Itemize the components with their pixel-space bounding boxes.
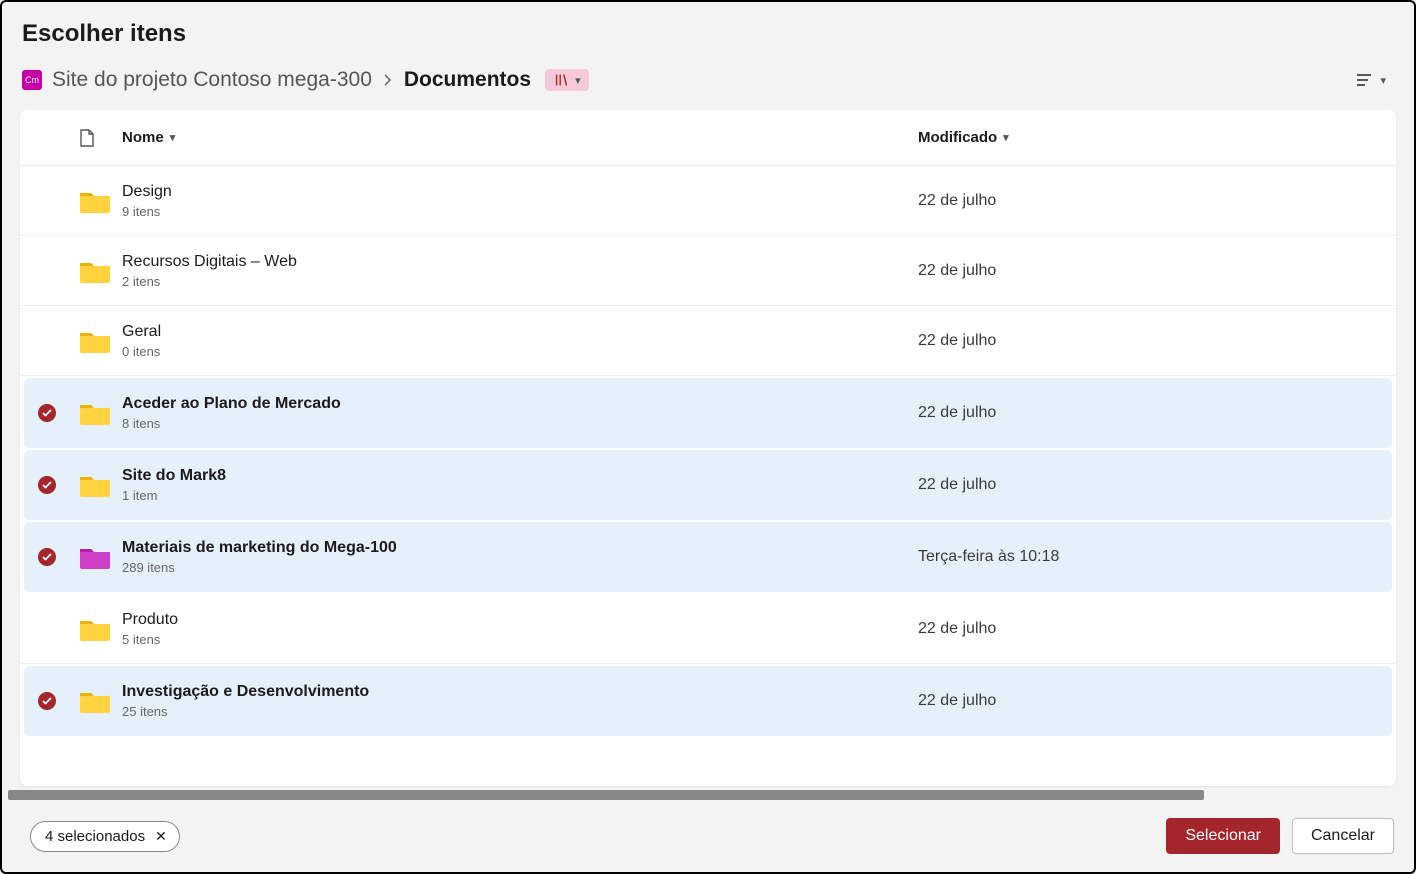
breadcrumb-current[interactable]: Documentos <box>404 68 531 92</box>
view-options-button[interactable]: ▾ <box>1346 64 1394 96</box>
chevron-right-icon <box>382 68 394 92</box>
cancel-button[interactable]: Cancelar <box>1292 818 1394 854</box>
row-name-cell: Investigação e Desenvolvimento 25 itens <box>122 683 918 719</box>
list-view-icon <box>1354 70 1374 90</box>
item-subtext: 2 itens <box>122 274 918 289</box>
table-row[interactable]: Materiais de marketing do Mega-100 289 it… <box>24 522 1392 592</box>
dialog-frame: Escolher itens Cm Site do projeto Contos… <box>0 0 1416 874</box>
checkmark-icon <box>38 692 56 710</box>
selection-count-text: 4 selecionados <box>45 828 145 845</box>
breadcrumb-row: Cm Site do projeto Contoso mega-300 Docu… <box>2 54 1414 110</box>
horizontal-scrollbar[interactable] <box>8 790 1204 800</box>
item-name: Produto <box>122 611 918 629</box>
item-subtext: 5 itens <box>122 632 918 647</box>
item-subtext: 9 itens <box>122 204 918 219</box>
row-name-cell: Aceder ao Plano de Mercado 8 itens <box>122 395 918 431</box>
table-row[interactable]: Geral 0 itens22 de julho <box>20 306 1396 376</box>
item-name: Design <box>122 183 918 201</box>
chevron-down-icon: ▾ <box>575 74 581 87</box>
column-header-row: Nome ▾ Modificado ▾ <box>20 110 1396 166</box>
table-row[interactable]: Recursos Digitais – Web 2 itens22 de julh… <box>20 236 1396 306</box>
row-name-cell: Design 9 itens <box>122 183 918 219</box>
row-select-toggle[interactable] <box>38 404 78 422</box>
folder-icon <box>78 327 122 355</box>
close-icon[interactable]: ✕ <box>155 828 167 845</box>
folder-icon <box>78 187 122 215</box>
chevron-down-icon: ▾ <box>1003 131 1009 144</box>
row-name-cell: Site do Mark8 1 item <box>122 467 918 503</box>
folder-icon <box>78 615 122 643</box>
item-name: Aceder ao Plano de Mercado <box>122 395 918 413</box>
folder-icon <box>78 471 122 499</box>
item-modified: Terça-feira às 10:18 <box>918 548 1378 566</box>
row-select-toggle[interactable] <box>38 692 78 710</box>
table-row[interactable]: Aceder ao Plano de Mercado 8 itens22 de j… <box>24 378 1392 448</box>
item-modified: 22 de julho <box>918 332 1378 350</box>
item-subtext: 1 item <box>122 488 918 503</box>
file-list[interactable]: Nome ▾ Modificado ▾ Design9 itens22 de j… <box>20 110 1396 786</box>
books-icon <box>553 71 571 89</box>
table-row[interactable]: Investigação e Desenvolvimento 25 itens22… <box>24 666 1392 736</box>
row-name-cell: Recursos Digitais – Web 2 itens <box>122 253 918 289</box>
row-name-cell: Geral 0 itens <box>122 323 918 359</box>
column-modified-header[interactable]: Modificado ▾ <box>918 129 1378 146</box>
chevron-down-icon: ▾ <box>1380 74 1386 87</box>
select-button[interactable]: Selecionar <box>1166 818 1280 854</box>
table-row[interactable]: Design 9 itens22 de julho <box>20 166 1396 236</box>
breadcrumb: Cm Site do projeto Contoso mega-300 Docu… <box>22 68 589 92</box>
dialog-actions: Selecionar Cancelar <box>1166 818 1394 854</box>
site-badge-icon: Cm <box>22 70 42 90</box>
item-subtext: 8 itens <box>122 416 918 431</box>
item-name: Recursos Digitais – Web <box>122 253 918 271</box>
item-modified: 22 de julho <box>918 620 1378 638</box>
row-name-cell: Produto 5 itens <box>122 611 918 647</box>
checkmark-icon <box>38 476 56 494</box>
item-subtext: 25 itens <box>122 704 918 719</box>
folder-icon <box>78 399 122 427</box>
column-name-header[interactable]: Nome ▾ <box>122 129 918 146</box>
table-row[interactable]: Site do Mark8 1 item22 de julho <box>24 450 1392 520</box>
item-subtext: 0 itens <box>122 344 918 359</box>
library-type-badge[interactable]: ▾ <box>545 69 589 91</box>
file-icon <box>78 128 96 148</box>
item-modified: 22 de julho <box>918 692 1378 710</box>
row-select-toggle[interactable] <box>38 476 78 494</box>
column-modified-label: Modificado <box>918 129 997 146</box>
table-row[interactable]: Produto 5 itens22 de julho <box>20 594 1396 664</box>
row-name-cell: Materiais de marketing do Mega-100 289 it… <box>122 539 918 575</box>
checkmark-icon <box>38 404 56 422</box>
column-name-label: Nome <box>122 129 164 146</box>
item-modified: 22 de julho <box>918 192 1378 210</box>
dialog-title: Escolher itens <box>22 20 1394 48</box>
column-type-header <box>78 128 122 148</box>
item-name: Materiais de marketing do Mega-100 <box>122 539 918 557</box>
item-modified: 22 de julho <box>918 476 1378 494</box>
item-modified: 22 de julho <box>918 262 1378 280</box>
item-modified: 22 de julho <box>918 404 1378 422</box>
item-name: Investigação e Desenvolvimento <box>122 683 918 701</box>
item-name: Site do Mark8 <box>122 467 918 485</box>
selection-count-pill[interactable]: 4 selecionados ✕ <box>30 821 180 852</box>
chevron-down-icon: ▾ <box>170 131 176 144</box>
folder-icon <box>78 687 122 715</box>
row-select-toggle[interactable] <box>38 548 78 566</box>
folder-icon <box>78 257 122 285</box>
dialog-header: Escolher itens <box>2 2 1414 54</box>
dialog-footer: 4 selecionados ✕ Selecionar Cancelar <box>2 800 1414 872</box>
item-name: Geral <box>122 323 918 341</box>
item-subtext: 289 itens <box>122 560 918 575</box>
folder-icon <box>78 543 122 571</box>
checkmark-icon <box>38 548 56 566</box>
breadcrumb-site[interactable]: Site do projeto Contoso mega-300 <box>52 68 372 92</box>
